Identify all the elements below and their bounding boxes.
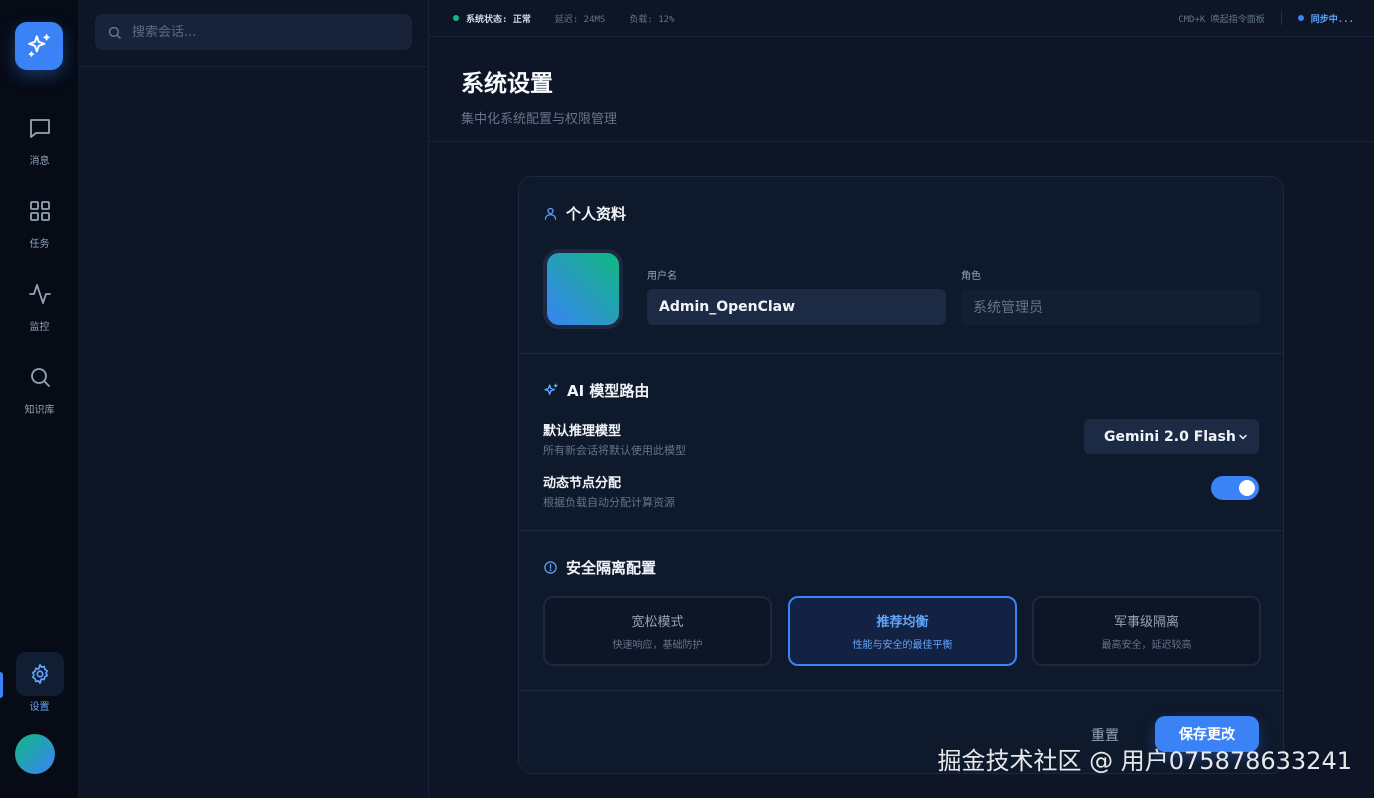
role-label: 角色 (961, 271, 981, 282)
sync-status: 同步中... (1297, 12, 1354, 25)
search-icon (30, 368, 50, 387)
search-box[interactable] (95, 14, 412, 50)
role-field: 角色 系统管理员 (961, 267, 1260, 325)
search-icon (108, 26, 121, 39)
nav-item-monitor[interactable]: 监控 (0, 272, 79, 342)
main-area: 系统状态: 正常 延迟: 24MS 负载: 12% CMD+K 唤起指令面板 同… (429, 0, 1374, 798)
option-desc: 快速响应，基础防护 (612, 640, 703, 651)
sync-text: 同步中... (1310, 14, 1354, 25)
option-title: 推荐均衡 (876, 615, 929, 630)
avatar[interactable] (15, 734, 55, 774)
conversation-header (79, 0, 428, 67)
profile-avatar[interactable] (543, 249, 623, 329)
app-logo[interactable] (15, 22, 63, 70)
security-option-relaxed[interactable]: 宽松模式 快速响应，基础防护 (543, 596, 772, 666)
username-input[interactable]: Admin_OpenClaw (647, 289, 946, 325)
profile-section: 个人资料 用户名 Admin_OpenClaw 角色 系统管理员 (519, 177, 1283, 354)
status-bar: 系统状态: 正常 延迟: 24MS 负载: 12% CMD+K 唤起指令面板 同… (429, 0, 1374, 37)
sparkles-icon (544, 383, 558, 395)
system-status: 系统状态: 正常 (453, 12, 531, 25)
search-input[interactable] (132, 24, 402, 40)
option-desc: 性能与安全的最佳平衡 (852, 640, 953, 651)
page-subtitle: 集中化系统配置与权限管理 (461, 112, 618, 127)
role-input: 系统管理员 (961, 289, 1260, 325)
dynamic-node-label: 动态节点分配 (543, 476, 622, 491)
default-model-label: 默认推理模型 (543, 424, 622, 439)
model-select[interactable]: Gemini 2.0 Flash (1084, 419, 1259, 454)
ai-routing-section: AI 模型路由 默认推理模型 所有新会话将默认使用此模型 Gemini 2.0 … (519, 354, 1283, 531)
sync-dot (1297, 15, 1304, 21)
alert-circle-icon (544, 561, 557, 574)
status-dot (453, 15, 459, 21)
nav-label: 知识库 (24, 405, 55, 416)
watermark: 掘金技术社区 @ 用户075878633241 (937, 747, 1353, 775)
settings-card: 个人资料 用户名 Admin_OpenClaw 角色 系统管理员 AI 模型路由 (518, 176, 1284, 774)
nav-label: 消息 (29, 156, 50, 167)
page-header: 系统设置 集中化系统配置与权限管理 (429, 37, 1374, 142)
chevron-down-icon (1239, 434, 1247, 439)
command-shortcut-hint[interactable]: CMD+K 唤起指令面板 (1178, 12, 1265, 25)
routing-title: AI 模型路由 (567, 382, 650, 400)
sparkles-icon (28, 34, 50, 57)
security-option-military[interactable]: 军事级隔离 最高安全，延迟较高 (1032, 596, 1261, 666)
security-section: 安全隔离配置 宽松模式 快速响应，基础防护 推荐均衡 性能与安全的最佳平衡 军事… (519, 531, 1283, 691)
username-label: 用户名 (647, 271, 677, 282)
gear-icon (31, 664, 48, 684)
security-option-balanced[interactable]: 推荐均衡 性能与安全的最佳平衡 (788, 596, 1017, 666)
nav-label: 任务 (29, 239, 50, 250)
system-status-text: 系统状态: 正常 (466, 14, 531, 25)
default-model-desc: 所有新会话将默认使用此模型 (543, 444, 686, 457)
dynamic-node-toggle[interactable] (1211, 476, 1259, 500)
default-model-row: 默认推理模型 所有新会话将默认使用此模型 (543, 420, 686, 458)
nav-item-tasks[interactable]: 任务 (0, 189, 79, 259)
profile-title: 个人资料 (566, 205, 627, 223)
divider (1280, 11, 1282, 25)
option-title: 军事级隔离 (1113, 615, 1179, 630)
conversation-panel (79, 0, 429, 798)
user-icon (544, 207, 557, 220)
nav-item-knowledge[interactable]: 知识库 (0, 355, 79, 425)
nav-label: 设置 (29, 702, 50, 713)
grid-icon (29, 201, 50, 221)
load-readout: 负载: 12% (629, 14, 675, 25)
username-field: 用户名 Admin_OpenClaw (647, 267, 946, 325)
nav-item-messages[interactable]: 消息 (0, 106, 79, 176)
message-icon (29, 119, 50, 138)
nav-item-settings[interactable]: 设置 (0, 652, 79, 722)
dynamic-node-row: 动态节点分配 根据负载自动分配计算资源 (543, 472, 675, 510)
activity-icon (28, 284, 51, 304)
security-title: 安全隔离配置 (566, 559, 657, 577)
latency-readout: 延迟: 24MS (554, 14, 606, 25)
model-select-value: Gemini 2.0 Flash (1104, 428, 1236, 445)
dynamic-node-desc: 根据负载自动分配计算资源 (543, 496, 675, 509)
option-desc: 最高安全，延迟较高 (1101, 640, 1192, 651)
page-title: 系统设置 (461, 71, 553, 97)
section-title: 个人资料 (543, 203, 1259, 224)
nav-rail: 消息 任务 监控 知识库 设置 (0, 0, 79, 798)
nav-label: 监控 (29, 322, 50, 333)
section-title: 安全隔离配置 (543, 557, 1259, 578)
option-title: 宽松模式 (631, 615, 684, 630)
section-title: AI 模型路由 (543, 380, 1259, 401)
